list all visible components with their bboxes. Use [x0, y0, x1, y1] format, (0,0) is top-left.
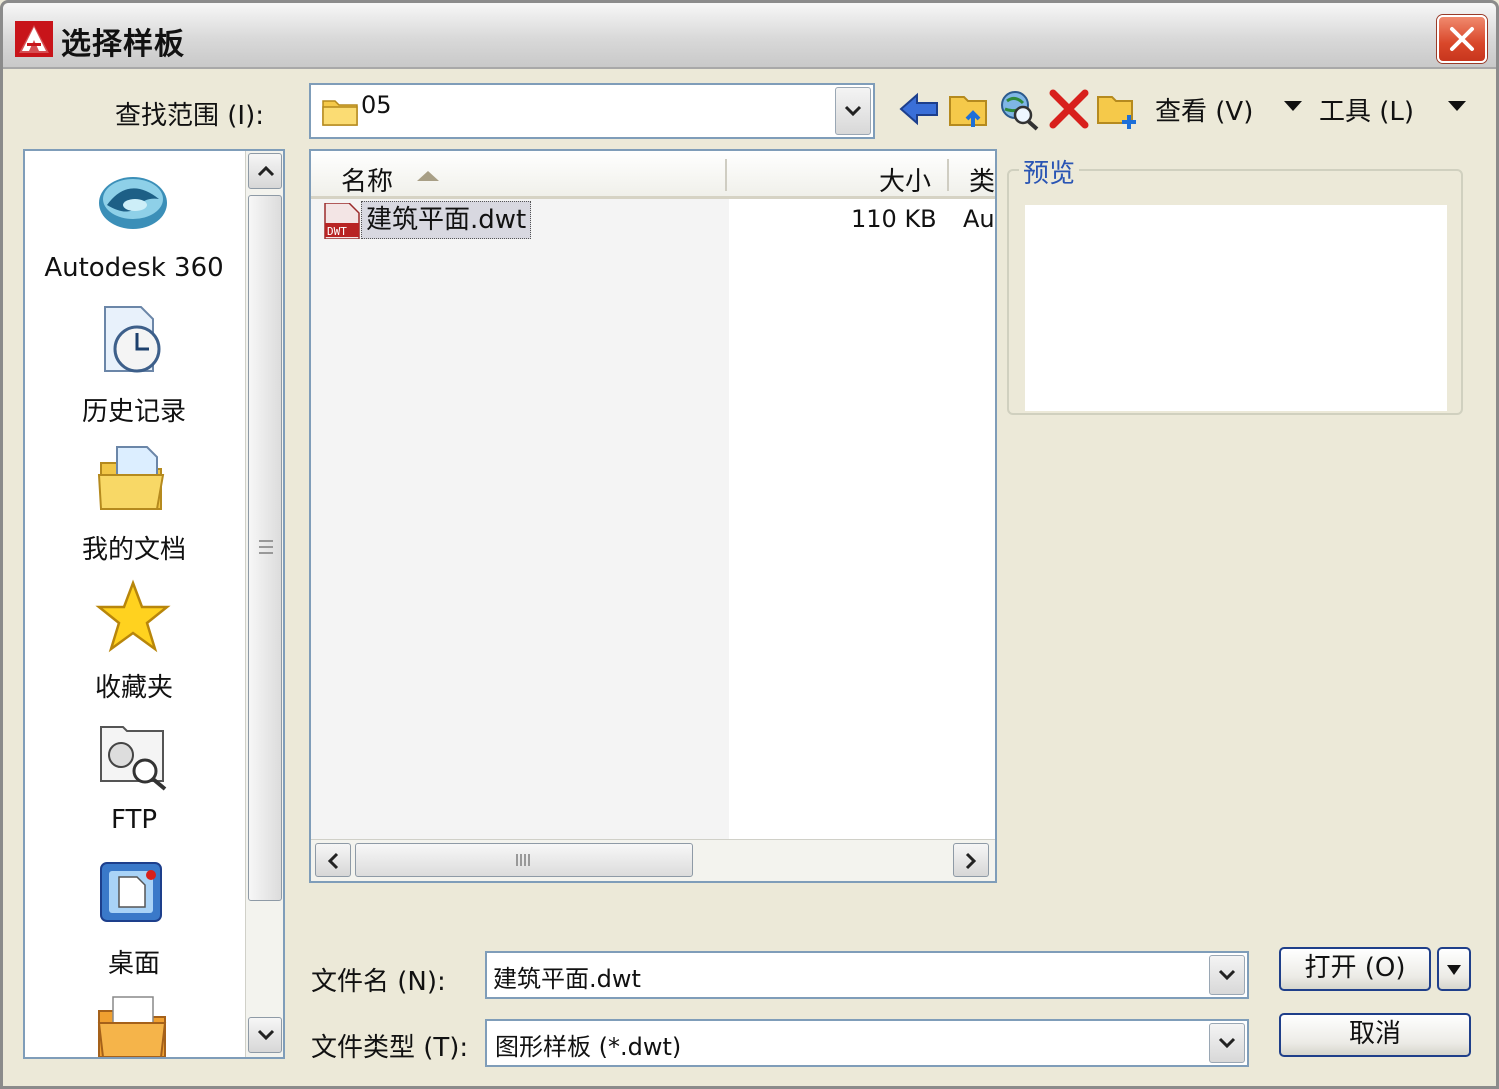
lookin-label: 查找范围 (I): — [115, 101, 264, 131]
lookin-combo[interactable]: 05 — [309, 83, 875, 139]
column-header: 名称 大小 类 — [311, 151, 995, 199]
delete-icon[interactable] — [1047, 87, 1091, 131]
lookin-dropdown-button[interactable] — [835, 87, 871, 135]
history-icon — [104, 306, 161, 373]
file-type: Au — [963, 205, 995, 233]
scroll-down-button[interactable] — [248, 1017, 282, 1053]
filename-combo[interactable]: 建筑平面.dwt — [485, 951, 1249, 999]
close-icon — [1450, 27, 1474, 51]
column-size-header[interactable]: 大小 — [879, 161, 931, 198]
file-name[interactable]: 建筑平面.dwt — [361, 201, 532, 239]
view-dropdown-icon[interactable] — [1284, 101, 1302, 111]
filetype-label: 文件类型 (T): — [311, 1033, 469, 1063]
my-documents-icon — [97, 446, 165, 510]
cancel-button[interactable]: 取消 — [1279, 1013, 1471, 1057]
place-label: 桌面 — [107, 949, 160, 979]
desktop-icon — [100, 862, 162, 922]
folder-partial-icon[interactable] — [95, 993, 171, 1057]
place-label: 我的文档 — [81, 535, 186, 565]
places-scrollbar[interactable] — [245, 151, 283, 1057]
file-size: 110 KB — [851, 205, 937, 233]
dwt-file-icon: DWT — [324, 203, 360, 239]
cloud-icon — [99, 177, 167, 229]
ftp-icon — [100, 726, 167, 791]
tools-menu-label[interactable]: 工具 (L) — [1319, 91, 1414, 128]
title-bar[interactable]: 选择样板 — [3, 3, 1496, 69]
chevron-down-icon — [1218, 969, 1236, 981]
filename-dropdown-button[interactable] — [1209, 955, 1245, 995]
search-web-icon[interactable] — [997, 87, 1041, 131]
place-label: 历史记录 — [81, 397, 186, 427]
select-template-dialog: 选择样板 查找范围 (I): 05 查看 (V) 工具 (L) Autodesk… — [0, 0, 1499, 1089]
hscroll-thumb[interactable] — [355, 843, 693, 877]
chevron-left-icon — [327, 852, 339, 870]
filename-label: 文件名 (N): — [311, 967, 446, 997]
filetype-dropdown-button[interactable] — [1209, 1023, 1245, 1063]
place-label: FTP — [110, 805, 158, 835]
tools-dropdown-icon[interactable] — [1448, 101, 1466, 111]
back-arrow-icon[interactable] — [897, 87, 941, 131]
column-name-header[interactable]: 名称 — [341, 161, 393, 198]
preview-label: 预览 — [1019, 153, 1080, 190]
lookin-value: 05 — [361, 91, 392, 119]
up-folder-icon[interactable] — [947, 87, 991, 131]
new-folder-icon[interactable] — [1095, 87, 1139, 131]
sort-ascending-icon — [417, 171, 439, 181]
file-row[interactable]: DWT 建筑平面.dwt 110 KB Au — [311, 201, 995, 239]
filetype-combo[interactable]: 图形样板 (*.dwt) — [485, 1019, 1249, 1067]
autocad-logo-icon — [15, 21, 53, 57]
place-label: Autodesk 360 — [44, 253, 224, 283]
chevron-right-icon — [965, 852, 977, 870]
svg-text:DWT: DWT — [327, 225, 347, 238]
favorites-star-icon — [95, 579, 171, 653]
place-label: 收藏夹 — [94, 673, 173, 703]
view-menu-label[interactable]: 查看 (V) — [1155, 91, 1253, 128]
scroll-right-button[interactable] — [953, 843, 989, 877]
filelist-hscrollbar[interactable] — [311, 839, 995, 881]
filename-input[interactable]: 建筑平面.dwt — [493, 959, 641, 994]
scroll-up-button[interactable] — [248, 153, 282, 189]
chevron-up-icon — [257, 165, 275, 177]
file-list[interactable]: 名称 大小 类 DWT 建筑平面.dwt 110 KB Au — [309, 149, 997, 883]
preview-area — [1025, 205, 1447, 411]
open-button[interactable]: 打开 (O) — [1279, 947, 1431, 991]
chevron-down-icon — [257, 1029, 275, 1041]
column-type-header[interactable]: 类 — [969, 161, 995, 198]
scroll-left-button[interactable] — [315, 843, 351, 877]
window-title: 选择样板 — [61, 27, 185, 62]
places-bar: Autodesk 360 历史记录 我的文档 收藏夹 FTP 桌面 — [23, 149, 285, 1059]
close-button[interactable] — [1437, 15, 1487, 63]
chevron-down-icon — [844, 105, 862, 117]
open-options-button[interactable] — [1437, 947, 1471, 991]
caret-down-icon — [1447, 965, 1461, 975]
scroll-thumb[interactable] — [248, 195, 282, 901]
filetype-value: 图形样板 (*.dwt) — [495, 1033, 682, 1061]
folder-icon — [322, 100, 358, 126]
chevron-down-icon — [1218, 1037, 1236, 1049]
